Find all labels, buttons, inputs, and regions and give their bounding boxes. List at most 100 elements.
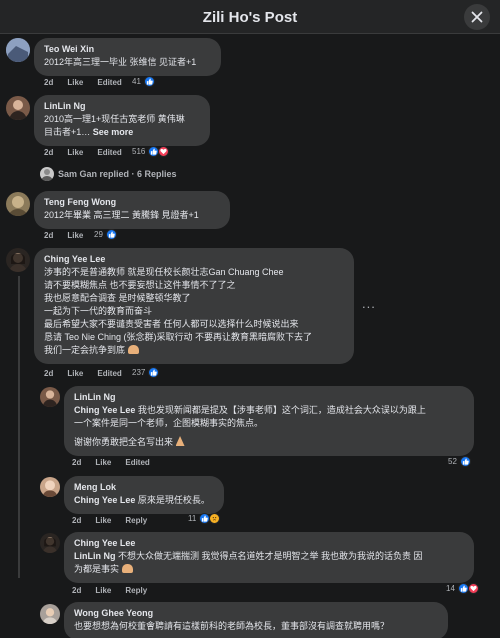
comment-text: 原來是現任校長。 [135,495,210,505]
comment-text: 也要想想為何校董會聘請有這樣前科的老師為校長，董事部沒有調查就聘用嗎？ [74,621,390,631]
like-reaction-icon [143,76,155,87]
reaction-number: 14 [446,584,455,593]
comment-text: 为都是事实 [74,564,120,574]
reply-button[interactable]: Reply [125,586,147,595]
post-title: Zili Ho's Post [202,9,298,26]
like-reaction-icon [105,229,117,240]
avatar[interactable] [40,477,60,497]
comment-author[interactable]: Wong Ghee Yeong [74,608,438,618]
comment-time[interactable]: 2d [44,369,53,378]
avatar[interactable] [6,248,30,272]
comment-bubble: Ching Yee Lee LinLin Ng 不想大众做无端揣测 我觉得点名道… [64,532,474,583]
comment-author[interactable]: Ching Yee Lee [44,254,344,264]
mention-tag[interactable]: LinLin Ng [74,551,116,561]
edited-label: Edited [125,458,150,467]
comment-text: 一个案件是同一个老师，企图模糊事实的焦点。 [74,418,264,428]
like-reaction-icon [148,367,160,378]
view-replies-link[interactable]: Sam Gan replied · 6 Replies [40,167,177,181]
edited-label: Edited [97,369,122,378]
post-header: Zili Ho's Post [0,0,500,34]
like-reaction-icon [459,456,471,467]
see-more-link[interactable]: See more [93,127,134,137]
comment-actions: 2d Like Reply [72,516,147,525]
comment-text: 我也愿意配合调查 是时候整顿华教了 [44,293,191,303]
reaction-count[interactable]: 41 [132,76,155,87]
edited-label: Edited [97,148,122,157]
comment-text: 恳请 Teo Nie Ching (张念群)采取行动 不要再让教育黑暗腐败下去了 [44,332,313,342]
avatar[interactable] [40,604,60,624]
comment-text: 不想大众做无端揣测 我觉得点名道姓才是明智之举 我也敢为我说的话负责 因 [115,551,423,561]
comment-text: 最后希望大家不要谴责受害者 任何人都可以选择什么时候说出来 [44,319,299,329]
reply-button[interactable]: Reply [125,516,147,525]
comment-author[interactable]: Teo Wei Xin [44,44,211,54]
comment-text: 我们一定会抗争到底 [44,345,126,355]
comment-time[interactable]: 2d [72,516,81,525]
reaction-count[interactable]: 237 [132,367,160,378]
more-options-button[interactable]: ... [362,296,376,311]
comment-bubble: LinLin Ng 2010高一理1+现任古宽老师 黄伟琳 目击者+1… See… [34,95,210,146]
close-icon [471,11,483,23]
comment-bubble: Wong Ghee Yeong 也要想想為何校董會聘請有這樣前科的老師為校長，董… [64,602,448,638]
thread-line [18,276,20,578]
comment-text: 一起为下一代的教育而奋斗 [44,306,153,316]
comment-bubble: Teo Wei Xin 2012年高三理一毕业 张维信 见证者+1 [34,38,221,76]
comment-text: 2012年高三理一毕业 张维信 见证者+1 [44,57,197,67]
avatar[interactable] [40,387,60,407]
comment-actions: 2d Like Edited [44,148,122,157]
edited-label: Edited [97,78,122,87]
comment-actions: 2d Like [44,231,83,240]
comment-author[interactable]: LinLin Ng [44,101,200,111]
avatar [40,167,54,181]
mention-tag[interactable]: Ching Yee Lee [74,405,135,415]
close-button[interactable] [464,4,490,30]
avatar[interactable] [6,38,30,62]
comment-text: 谢谢你勇敢把全名写出来 [74,437,174,447]
comment-text: 目击者+1… [44,127,91,137]
heart-reaction-icon [467,583,479,594]
avatar[interactable] [6,96,30,120]
mention-tag[interactable]: Ching Yee Lee [74,495,135,505]
comment-author[interactable]: LinLin Ng [74,392,464,402]
comment-time[interactable]: 2d [72,586,81,595]
reaction-number: 516 [132,147,146,156]
avatar[interactable] [6,192,30,216]
like-button[interactable]: Like [67,78,83,87]
like-button[interactable]: Like [95,516,111,525]
reaction-count[interactable]: 52 [448,456,471,467]
reaction-number: 237 [132,368,146,377]
reaction-count[interactable]: 11 [188,513,221,524]
comment-text: 2012年畢業 高三理二 黃騰鋒 見證者+1 [44,210,199,220]
like-button[interactable]: Like [95,458,111,467]
folded-hands-icon [175,436,185,446]
flexed-biceps-icon [127,345,139,354]
comment-bubble: Ching Yee Lee 涉事的不是普通教师 就是现任校长颜壮志Gan Chu… [34,248,354,364]
comment-author[interactable]: Ching Yee Lee [74,538,464,548]
reaction-number: 41 [132,77,141,86]
comment-author[interactable]: Teng Feng Wong [44,197,220,207]
like-button[interactable]: Like [67,369,83,378]
comment-time[interactable]: 2d [44,78,53,87]
comment-actions: 2d Like Edited [44,78,122,87]
sad-reaction-icon [209,513,221,524]
reaction-number: 11 [188,514,197,523]
reaction-count[interactable]: 29 [94,229,117,240]
like-button[interactable]: Like [67,148,83,157]
comment-bubble: LinLin Ng Ching Yee Lee 我也发现新闻都是提及【涉事老师】… [64,386,474,456]
comment-text: 我也发现新闻都是提及【涉事老师】这个词汇，造成社会大众误以为跟上 [135,405,426,415]
comment-time[interactable]: 2d [44,148,53,157]
comment-actions: 2d Like Edited [72,458,150,467]
reaction-count[interactable]: 516 [132,146,170,157]
reaction-count[interactable]: 14 [446,583,479,594]
comment-text: 涉事的不是普通教师 就是现任校长颜壮志Gan Chuang Chee [44,267,284,277]
comment-author[interactable]: Meng Lok [74,482,214,492]
comment-text: 2010高一理1+现任古宽老师 黄伟琳 [44,114,185,124]
comment-bubble: Teng Feng Wong 2012年畢業 高三理二 黃騰鋒 見證者+1 [34,191,230,229]
comment-time[interactable]: 2d [72,458,81,467]
like-button[interactable]: Like [67,231,83,240]
comment-text: 请不要模糊焦点 也不要妄想让这件事情不了了之 [44,280,236,290]
reaction-number: 52 [448,457,457,466]
comment-actions: 2d Like Edited [44,369,122,378]
comment-time[interactable]: 2d [44,231,53,240]
like-button[interactable]: Like [95,586,111,595]
avatar[interactable] [40,533,60,553]
